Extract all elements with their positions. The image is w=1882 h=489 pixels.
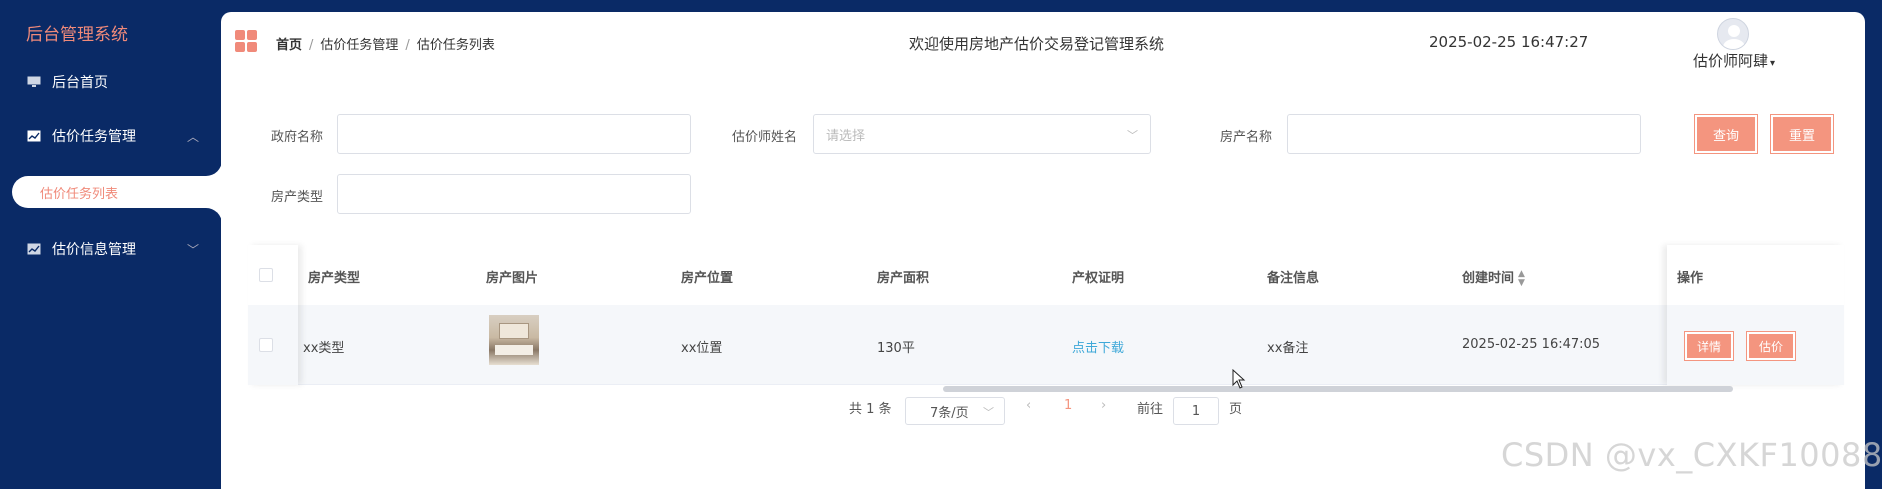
property-name-input[interactable]: [1287, 114, 1641, 154]
appraiser-select[interactable]: 请选择 ﹀: [813, 114, 1151, 154]
estimate-button[interactable]: 估价: [1747, 332, 1796, 360]
col-header-proof: 产权证明: [1072, 271, 1125, 286]
chevron-down-icon: ﹀: [186, 243, 199, 257]
current-datetime: 2025-02-25 16:47:27: [1429, 33, 1589, 51]
sort-icon: ▲ ▼: [1518, 268, 1525, 288]
pagination-total: 共 1 条: [849, 402, 892, 417]
fixed-action-column: 操作 详情 估价: [1667, 245, 1844, 385]
gov-name-label: 政府名称: [271, 130, 324, 145]
page-suffix: 页: [1229, 402, 1243, 417]
chart-icon: [26, 242, 42, 256]
horizontal-scrollbar[interactable]: [248, 386, 1844, 394]
cell-area: 130平: [877, 341, 915, 356]
menu-notch: [206, 160, 222, 176]
appraiser-name-label: 估价师姓名: [732, 130, 798, 145]
cell-created: 2025-02-25 16:47:05: [1462, 337, 1601, 352]
chart-icon: [26, 129, 42, 143]
breadcrumb-current: 估价任务列表: [416, 38, 495, 53]
goto-label: 前往: [1137, 402, 1164, 417]
property-image[interactable]: [489, 315, 539, 365]
mouse-cursor-icon: [1232, 368, 1246, 393]
gov-name-input[interactable]: [337, 114, 691, 154]
page-size-select[interactable]: 7条/页 ﹀: [905, 397, 1005, 425]
grid-menu-icon[interactable]: [235, 30, 257, 52]
user-menu[interactable]: 估价师阿肆 ▾: [1693, 50, 1775, 71]
property-type-input[interactable]: [337, 174, 691, 214]
table-header: 房产类型 房产图片 房产位置 房产面积 产权证明 备注信息 创建时间 ▲ ▼: [248, 245, 1844, 305]
fixed-selection-column: [248, 245, 298, 385]
page-size-value: 7条/页: [930, 405, 969, 421]
sidebar-item-label: 后台首页: [52, 75, 108, 91]
username: 估价师阿肆: [1693, 52, 1769, 70]
property-name-label: 房产名称: [1220, 130, 1273, 145]
col-header-note: 备注信息: [1267, 271, 1320, 286]
property-type-label: 房产类型: [271, 190, 324, 205]
chevron-up-icon: ︿: [186, 130, 199, 144]
cell-location: xx位置: [681, 341, 723, 356]
menu-notch: [206, 208, 222, 224]
prev-page-icon[interactable]: ‹: [1026, 398, 1031, 413]
sidebar-item-info-management[interactable]: 估价信息管理 ﹀: [0, 229, 221, 269]
main-panel: 首页 / 估价任务管理 / 估价任务列表 欢迎使用房地产估价交易登记管理系统 2025-…: [221, 12, 1865, 489]
query-button[interactable]: 查询: [1695, 115, 1757, 153]
watermark: CSDN @vx_CXKF10088: [1501, 436, 1882, 474]
monitor-icon: [26, 75, 42, 89]
sidebar-item-label: 估价任务管理: [52, 129, 136, 145]
breadcrumb-home[interactable]: 首页: [276, 38, 302, 53]
col-header-image: 房产图片: [486, 271, 539, 286]
detail-button[interactable]: 详情: [1685, 332, 1734, 360]
sidebar-item-home[interactable]: 后台首页: [0, 62, 221, 102]
next-page-icon[interactable]: ›: [1101, 398, 1106, 413]
sidebar-item-task-management[interactable]: 估价任务管理 ︿: [0, 116, 221, 156]
col-header-area: 房产面积: [877, 271, 930, 286]
breadcrumb: 首页 / 估价任务管理 / 估价任务列表: [276, 38, 495, 53]
select-all-checkbox[interactable]: [259, 268, 273, 282]
breadcrumb-item: 估价任务管理: [320, 38, 399, 53]
sidebar: 后台管理系统 后台首页 估价任务管理 ︿ 估价任务列表 估价信息管理 ﹀: [0, 0, 222, 489]
task-table: 房产类型 房产图片 房产位置 房产面积 产权证明 备注信息 创建时间 ▲ ▼ xx类…: [248, 245, 1844, 392]
current-page[interactable]: 1: [1064, 398, 1072, 413]
col-header-location: 房产位置: [681, 271, 734, 286]
col-header-actions: 操作: [1677, 271, 1704, 286]
col-header-type: 房产类型: [308, 271, 361, 286]
avatar[interactable]: [1717, 18, 1749, 50]
cell-type: xx类型: [303, 341, 345, 356]
appraiser-select-placeholder: 请选择: [826, 128, 866, 144]
caret-down-icon: ▾: [1770, 58, 1776, 69]
sidebar-item-label: 估价信息管理: [52, 242, 136, 258]
row-checkbox[interactable]: [259, 338, 273, 352]
scrollbar-thumb[interactable]: [943, 386, 1733, 392]
chevron-down-icon: ﹀: [983, 406, 994, 419]
welcome-text: 欢迎使用房地产估价交易登记管理系统: [909, 35, 1165, 53]
goto-page-input[interactable]: 1: [1173, 397, 1219, 425]
app-title: 后台管理系统: [26, 25, 128, 45]
chevron-down-icon: ﹀: [1127, 129, 1138, 142]
reset-button[interactable]: 重置: [1771, 115, 1833, 153]
cell-note: xx备注: [1267, 341, 1309, 356]
table-row: xx类型 xx位置 130平 点击下载 xx备注 2025-02-25 16:4…: [248, 305, 1844, 385]
col-header-created[interactable]: 创建时间 ▲ ▼: [1462, 267, 1525, 288]
sidebar-subitem-task-list[interactable]: 估价任务列表: [12, 176, 221, 208]
download-proof-link[interactable]: 点击下载: [1072, 337, 1124, 356]
